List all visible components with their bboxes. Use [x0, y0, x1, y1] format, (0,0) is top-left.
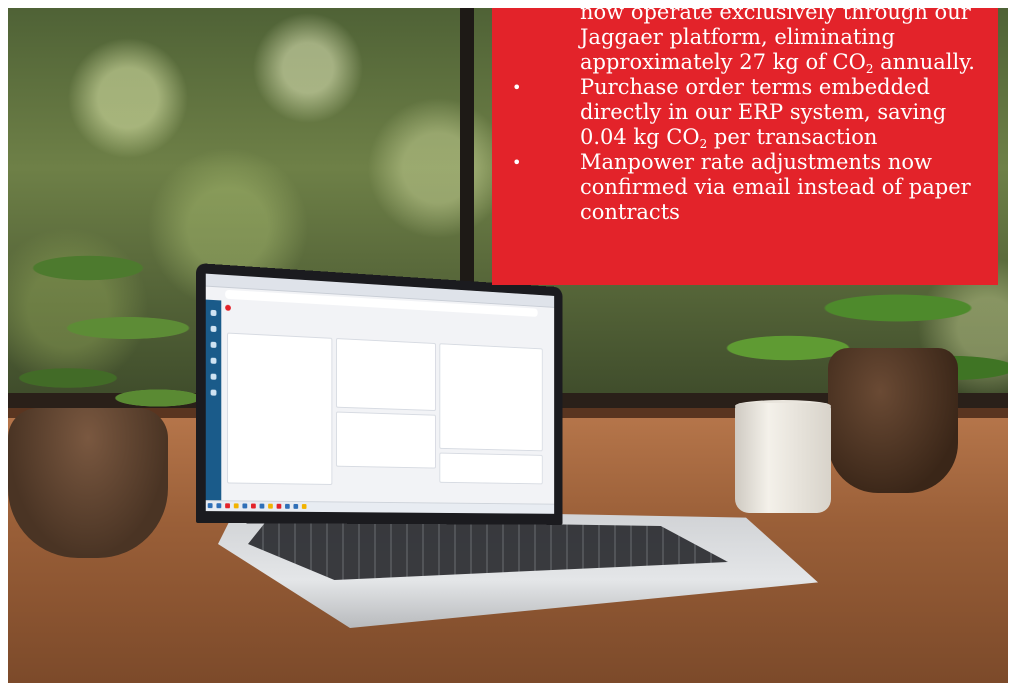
calendar-panel	[439, 343, 543, 452]
bullet-item: Purchase order terms embedded directly i…	[512, 75, 982, 150]
info-panel: now operate exclusively through our Jagg…	[492, 8, 998, 285]
bullet-item: Manpower rate adjustments now confirmed …	[512, 150, 982, 225]
sidebar-icon	[210, 341, 217, 348]
potted-plant-icon	[8, 408, 168, 558]
quick-search-panel	[335, 338, 436, 411]
coffee-mug-icon	[735, 403, 831, 513]
continuation-text: now operate exclusively through our Jagg…	[580, 8, 975, 76]
os-taskbar	[205, 500, 555, 514]
brand-logo-icon	[225, 304, 231, 311]
sidebar-icon	[210, 309, 217, 317]
sidebar-icon	[210, 389, 217, 396]
photo-scene: now operate exclusively through our Jagg…	[8, 8, 1008, 683]
potted-plant-icon	[828, 348, 958, 493]
app-sidebar	[205, 299, 222, 502]
sidebar-icon	[210, 357, 217, 364]
recent-panel	[439, 452, 543, 485]
plant-leaves-left	[8, 208, 208, 428]
laptop-icon	[196, 263, 563, 525]
laptop-screen	[205, 273, 555, 514]
sidebar-icon	[210, 373, 217, 380]
quick-links-panel	[227, 332, 333, 485]
bullet-list: Purchase order terms embedded directly i…	[512, 75, 982, 225]
sidebar-icon	[210, 325, 217, 333]
notifications-panel	[335, 411, 436, 469]
